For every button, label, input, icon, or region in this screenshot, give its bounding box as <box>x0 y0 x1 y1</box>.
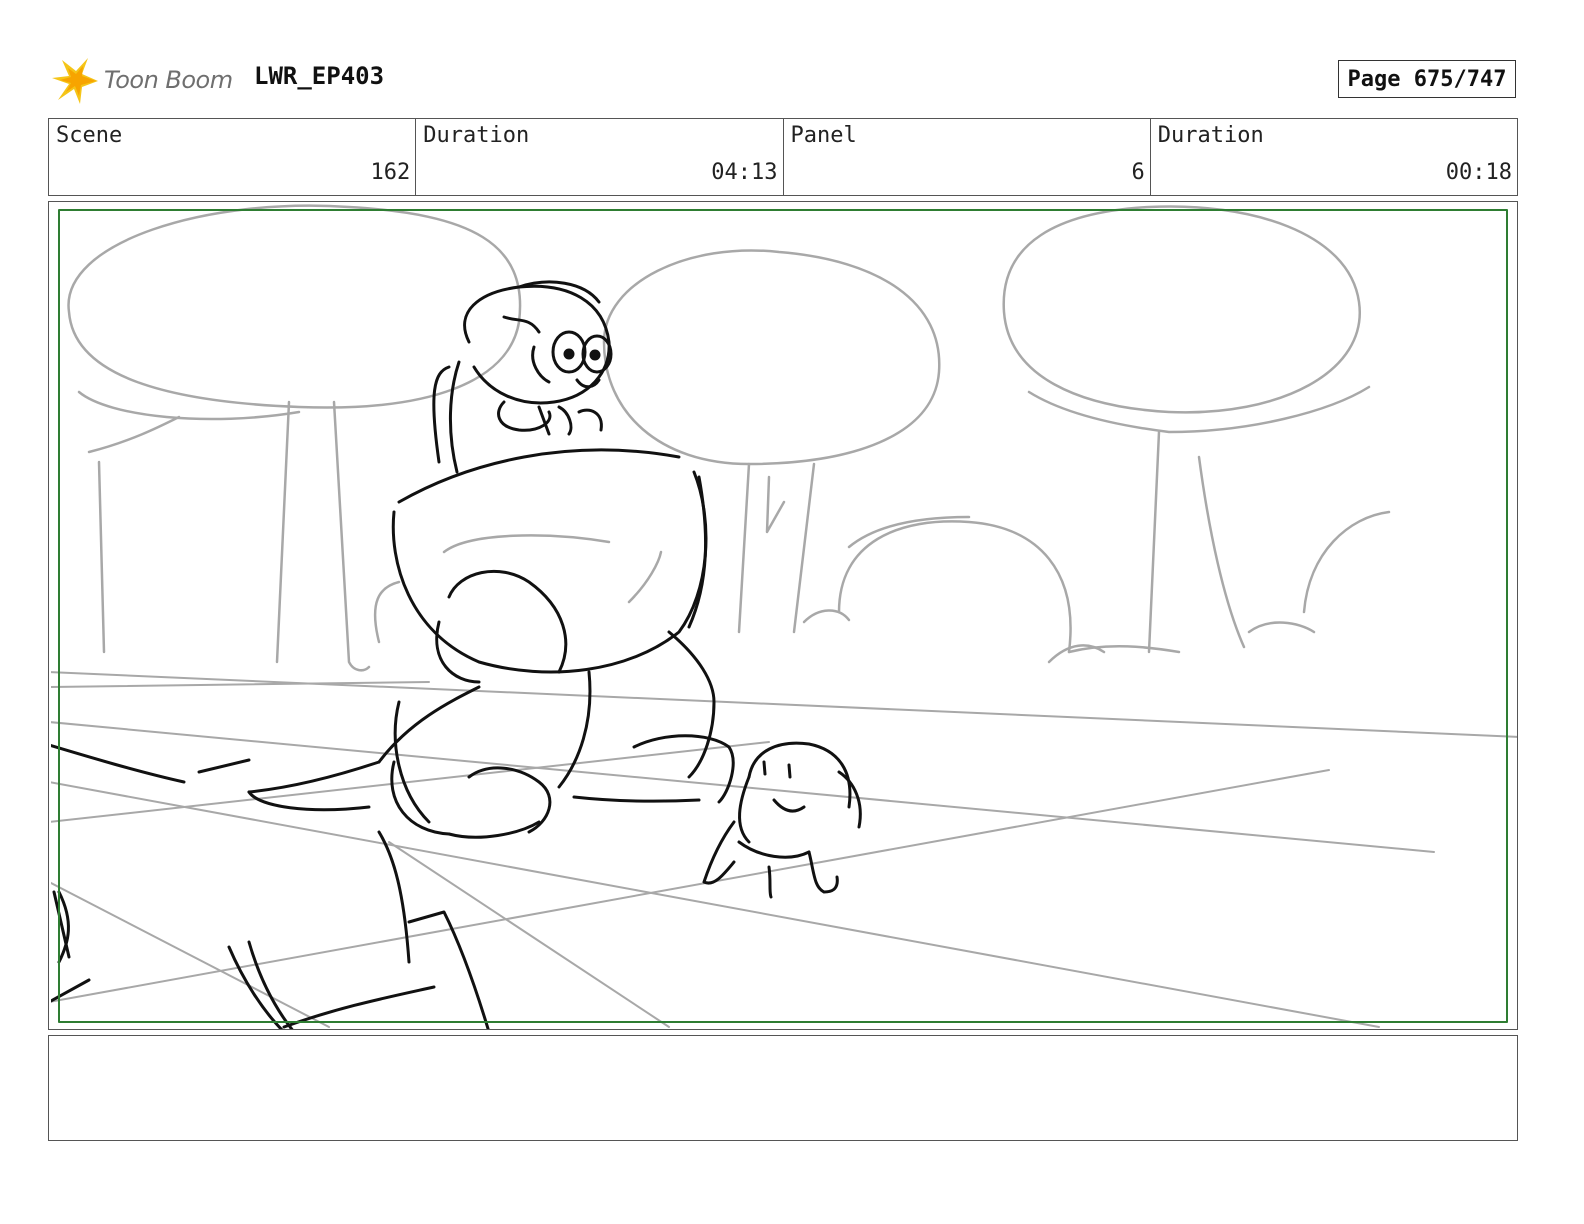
panel-label: Panel <box>790 123 857 148</box>
scene-cell: Scene 162 <box>49 119 417 195</box>
info-row: Scene 162 Duration 04:13 Panel 6 Duratio… <box>48 118 1518 196</box>
toon-boom-logo: Toon Boom <box>52 56 242 106</box>
scene-duration-label: Duration <box>423 123 530 148</box>
panel-value: 6 <box>1131 160 1145 185</box>
page-indicator: Page 675/747 <box>1338 60 1516 98</box>
page-label: Page 675/747 <box>1347 66 1507 92</box>
character-sketch <box>51 280 862 1029</box>
background-trees <box>67 204 1391 672</box>
project-title: LWR_EP403 <box>254 62 385 90</box>
scene-label: Scene <box>56 123 123 148</box>
ground-lines <box>51 671 1517 1028</box>
toon-boom-starburst-icon <box>52 58 98 104</box>
panel-duration-label: Duration <box>1157 123 1264 148</box>
panel-duration-value: 00:18 <box>1445 160 1512 185</box>
scene-duration-cell: Duration 04:13 <box>416 119 784 195</box>
storyboard-panel <box>48 201 1518 1030</box>
scene-value: 162 <box>370 160 411 185</box>
panel-notes-box <box>48 1035 1518 1141</box>
panel-duration-cell: Duration 00:18 <box>1151 119 1517 195</box>
scene-duration-value: 04:13 <box>711 160 778 185</box>
safe-frame <box>58 209 1508 1023</box>
panel-sketch <box>51 204 1517 1029</box>
panel-cell: Panel 6 <box>784 119 1151 195</box>
logo-text: Toon Boom <box>104 66 233 94</box>
